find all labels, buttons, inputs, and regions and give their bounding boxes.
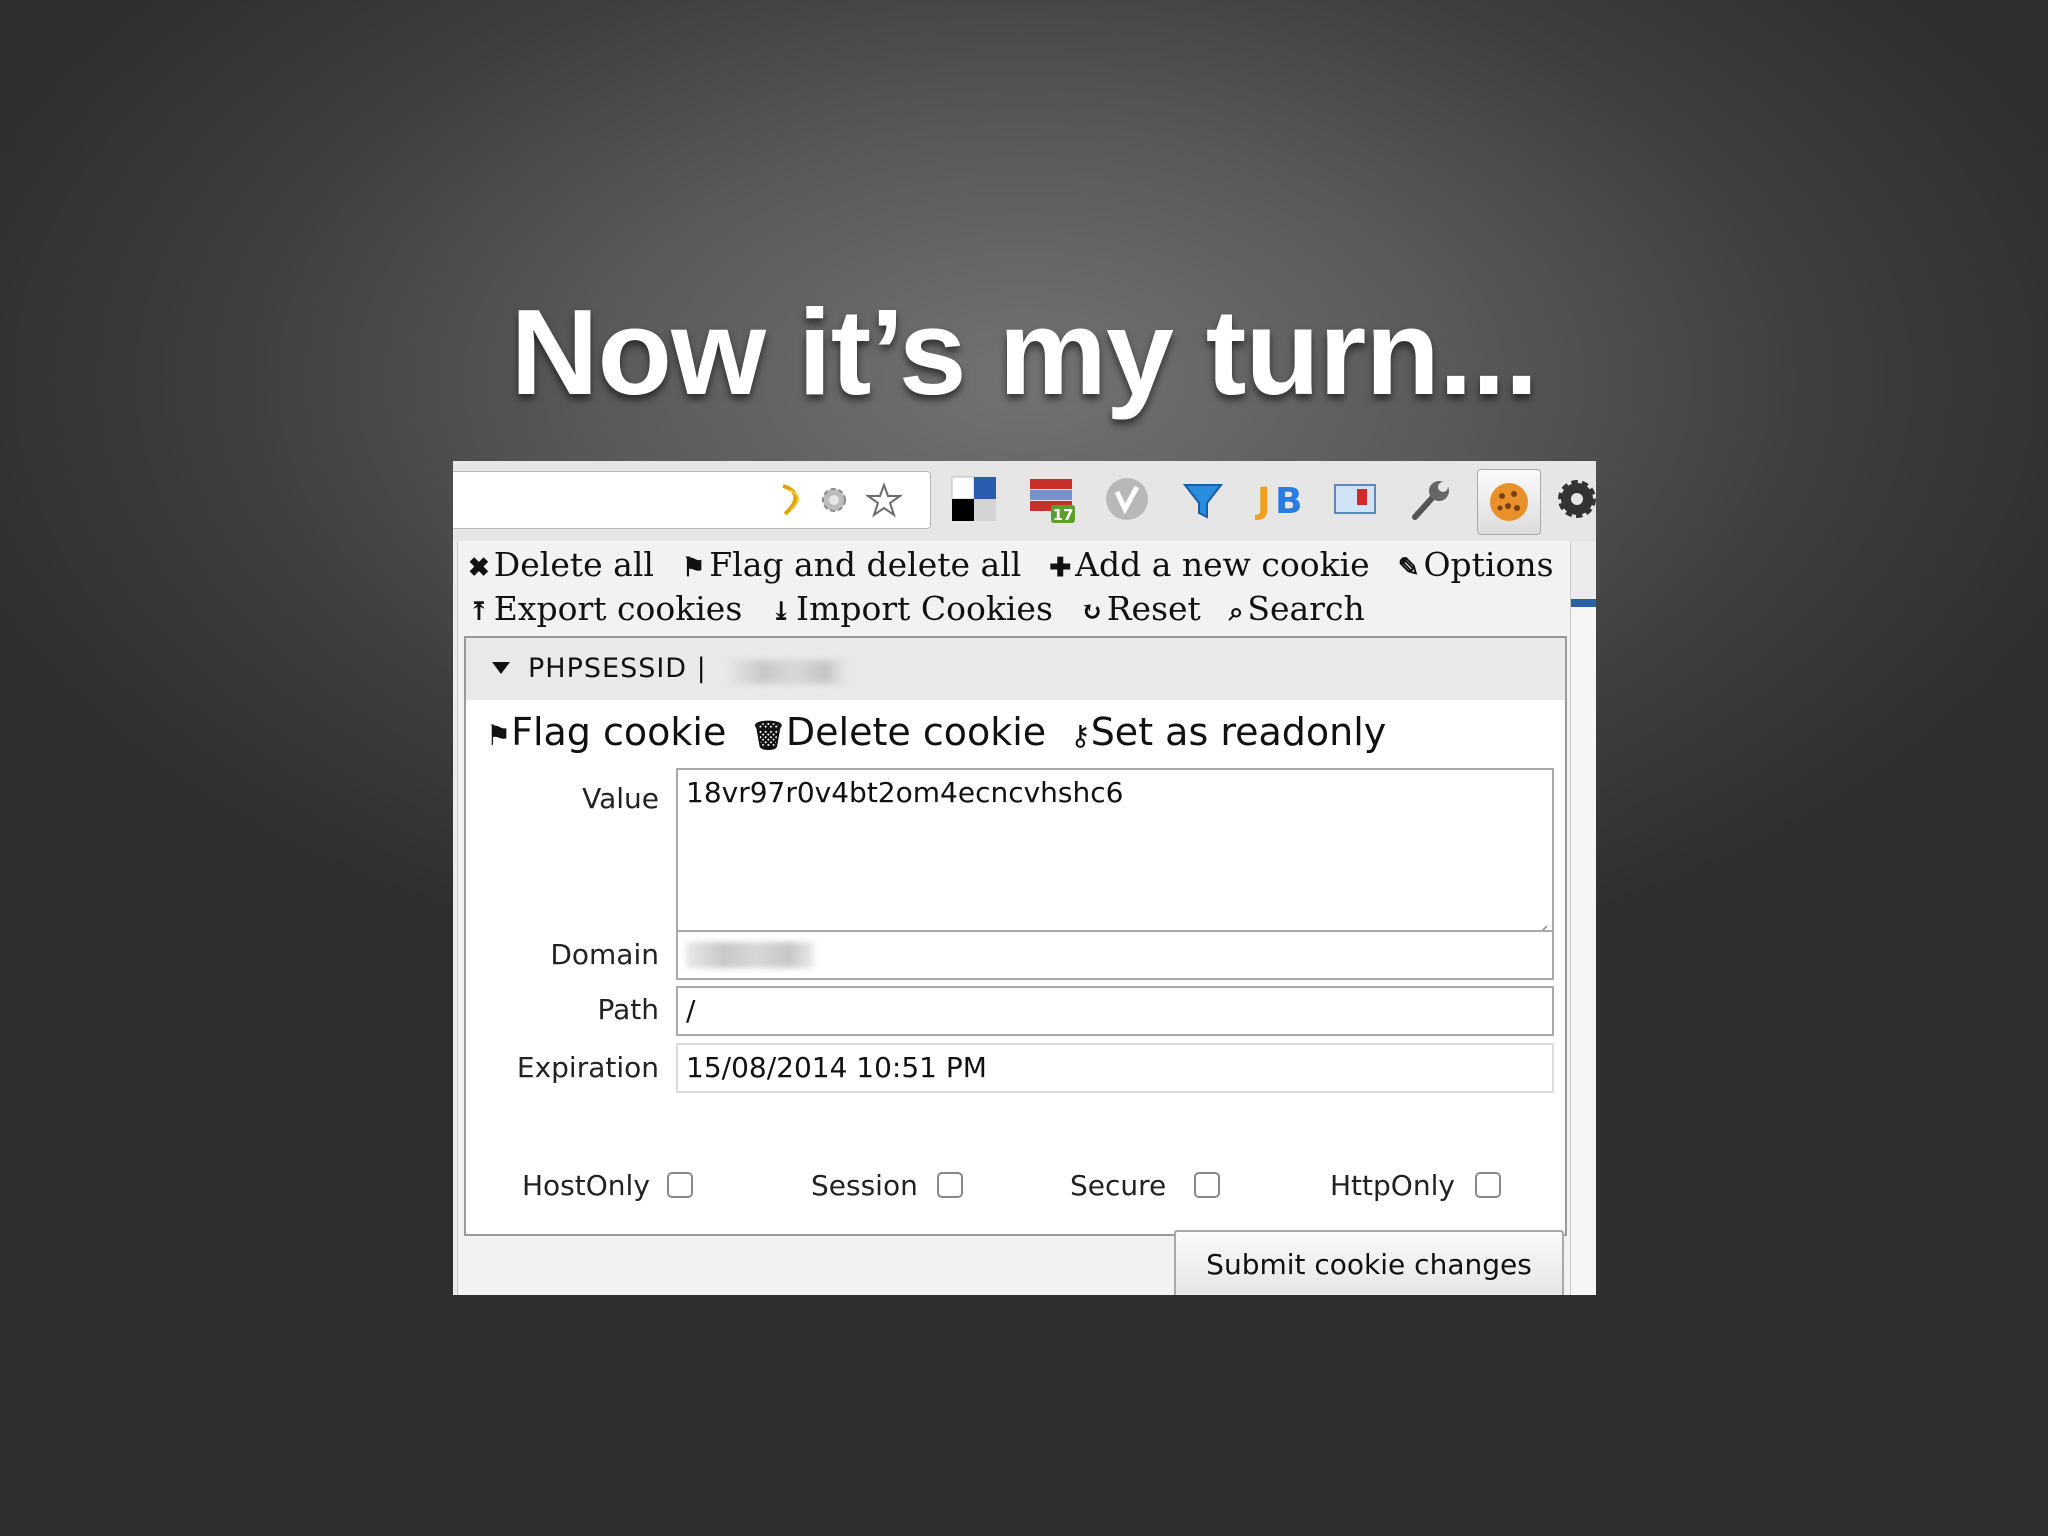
export-label: Export cookies bbox=[493, 589, 743, 628]
domain-label: Domain bbox=[550, 938, 659, 971]
delete-cookie-label: Delete cookie bbox=[785, 710, 1047, 754]
hostonly-label: HostOnly bbox=[522, 1169, 650, 1202]
svg-text:B: B bbox=[1275, 481, 1302, 522]
browser-toolbar: 17 J B bbox=[453, 461, 1596, 541]
mail-icon[interactable] bbox=[1331, 475, 1379, 523]
delete-cookie-button[interactable]: 🗑Delete cookie bbox=[750, 710, 1058, 754]
export-cookies-button[interactable]: ⤒ Export cookies bbox=[468, 589, 756, 628]
flag-delete-all-label: Flag and delete all bbox=[709, 545, 1022, 584]
notes-icon[interactable]: 17 bbox=[1027, 475, 1075, 523]
address-bar[interactable] bbox=[453, 471, 931, 529]
options-label: Options bbox=[1423, 545, 1554, 584]
wrench-icon[interactable] bbox=[1407, 475, 1455, 523]
menu-row-2: ⤒ Export cookies ⤓ Import Cookies ↻ Reset ⌕ Sea… bbox=[468, 589, 1393, 628]
flag-cookie-label: Flag cookie bbox=[511, 710, 727, 754]
collapse-triangle-icon[interactable] bbox=[492, 662, 510, 674]
screenshot-frame: 17 J B ✖ Delete all ⚑ Flag and delete al… bbox=[453, 461, 1596, 1295]
delicious-icon[interactable] bbox=[950, 475, 998, 523]
secure-label: Secure bbox=[1070, 1169, 1167, 1202]
trash-icon: 🗑 bbox=[750, 719, 786, 752]
notification-badge: 17 bbox=[1053, 506, 1074, 523]
hostonly-checkbox[interactable] bbox=[667, 1172, 693, 1198]
value-textarea[interactable]: 18vr97r0v4bt2om4ecncvhshc6 bbox=[676, 768, 1554, 944]
reset-button[interactable]: ↻ Reset bbox=[1081, 589, 1215, 628]
add-cookie-label: Add a new cookie bbox=[1075, 545, 1370, 584]
jetbrains-icon[interactable]: J B bbox=[1255, 475, 1303, 523]
options-button[interactable]: ✎ Options bbox=[1398, 545, 1568, 584]
readability-icon[interactable] bbox=[775, 482, 811, 518]
cookie-editor-popup: ✖ Delete all ⚑ Flag and delete all ✚ Add a ne… bbox=[457, 541, 1571, 1295]
session-checkbox[interactable] bbox=[937, 1172, 963, 1198]
plus-icon: ✚ bbox=[1049, 553, 1072, 583]
menu-row-1: ✖ Delete all ⚑ Flag and delete all ✚ Add a ne… bbox=[468, 545, 1582, 584]
redacted-host bbox=[726, 660, 850, 684]
search-icon: ⌕ bbox=[1228, 597, 1244, 627]
import-icon: ⤓ bbox=[770, 597, 793, 627]
svg-text:J: J bbox=[1255, 481, 1270, 522]
search-label: Search bbox=[1247, 589, 1365, 628]
domain-field[interactable] bbox=[676, 930, 1554, 980]
cookie-header[interactable]: PHPSESSID | bbox=[466, 638, 1565, 700]
funnel-icon[interactable] bbox=[1179, 475, 1227, 523]
delete-all-button[interactable]: ✖ Delete all bbox=[468, 545, 668, 584]
flag-icon: ⚑ bbox=[681, 553, 706, 583]
search-button[interactable]: ⌕ Search bbox=[1229, 589, 1379, 628]
import-label: Import Cookies bbox=[796, 589, 1053, 628]
bookmark-star-icon[interactable] bbox=[866, 482, 902, 518]
path-label: Path bbox=[597, 993, 659, 1026]
flag-icon: ⚑ bbox=[486, 719, 512, 752]
cookie-extension-button[interactable] bbox=[1477, 469, 1541, 535]
delete-all-label: Delete all bbox=[493, 545, 654, 584]
vimeo-icon[interactable] bbox=[1103, 475, 1151, 523]
cookie-icon bbox=[1490, 483, 1528, 521]
set-readonly-button[interactable]: ⚷Set as readonly bbox=[1070, 710, 1398, 754]
httponly-checkbox[interactable] bbox=[1475, 1172, 1501, 1198]
gear-icon[interactable] bbox=[816, 482, 852, 518]
path-field[interactable]: / bbox=[676, 986, 1554, 1036]
settings-icon[interactable] bbox=[1553, 475, 1596, 523]
httponly-label: HttpOnly bbox=[1330, 1169, 1455, 1202]
cookie-actions: ⚑Flag cookie 🗑Delete cookie ⚷Set as readon… bbox=[486, 710, 1410, 754]
reset-icon: ↻ bbox=[1080, 597, 1103, 627]
reset-label: Reset bbox=[1106, 589, 1201, 628]
value-label: Value bbox=[582, 782, 659, 815]
wrench-small-icon: ✎ bbox=[1397, 553, 1420, 583]
key-icon: ⚷ bbox=[1070, 719, 1091, 752]
cookie-panel: PHPSESSID | ⚑Flag cookie 🗑Delete cookie ⚷S… bbox=[464, 636, 1567, 1236]
import-cookies-button[interactable]: ⤓ Import Cookies bbox=[770, 589, 1067, 628]
close-icon: ✖ bbox=[468, 553, 490, 583]
export-icon: ⤒ bbox=[468, 597, 490, 627]
session-label: Session bbox=[811, 1169, 918, 1202]
value-text: 18vr97r0v4bt2om4ecncvhshc6 bbox=[686, 776, 1124, 809]
flag-cookie-button[interactable]: ⚑Flag cookie bbox=[486, 710, 738, 754]
secure-checkbox[interactable] bbox=[1194, 1172, 1220, 1198]
redacted-domain bbox=[686, 942, 814, 968]
add-cookie-button[interactable]: ✚ Add a new cookie bbox=[1049, 545, 1383, 584]
flag-delete-all-button[interactable]: ⚑ Flag and delete all bbox=[682, 545, 1035, 584]
expiration-field[interactable]: 15/08/2014 10:51 PM bbox=[676, 1043, 1554, 1093]
cookie-name: PHPSESSID | bbox=[528, 653, 707, 684]
slide-title: Now it’s my turn... bbox=[510, 284, 1538, 420]
set-readonly-label: Set as readonly bbox=[1090, 710, 1387, 754]
submit-cookie-button[interactable]: Submit cookie changes bbox=[1174, 1230, 1564, 1295]
expiration-label: Expiration bbox=[516, 1051, 659, 1084]
